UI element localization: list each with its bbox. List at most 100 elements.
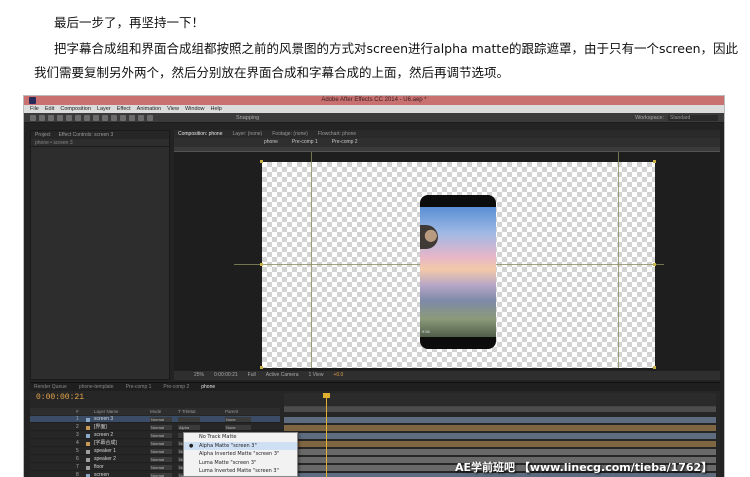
tab-project[interactable]: Project: [35, 131, 51, 139]
layer-row[interactable]: 1 screen 3 Normal None: [30, 416, 280, 423]
rotate-tool-icon[interactable]: [57, 115, 63, 121]
layer-name[interactable]: screen 2: [94, 432, 113, 439]
layer-duration-bar[interactable]: [284, 449, 716, 455]
layer-name[interactable]: [界面]: [94, 424, 107, 431]
camera-tool-icon[interactable]: [66, 115, 72, 121]
workspace-select[interactable]: Standard: [668, 115, 718, 121]
tab-flowchart[interactable]: Flowchart: phone: [318, 130, 356, 138]
layer-name[interactable]: [字幕合成]: [94, 440, 117, 447]
type-tool-icon[interactable]: [102, 115, 108, 121]
current-time-indicator[interactable]: [326, 393, 327, 477]
trkmat-select[interactable]: Alpha: [178, 425, 200, 430]
blend-mode-select[interactable]: Normal: [150, 465, 172, 470]
pan-behind-tool-icon[interactable]: [75, 115, 81, 121]
bounding-handle[interactable]: [653, 160, 656, 163]
viewer-timecode[interactable]: 0:00:00:21: [214, 371, 238, 380]
zoom-tool-icon[interactable]: [48, 115, 54, 121]
tab-precomp-2[interactable]: Pre-comp 2: [163, 383, 189, 391]
blend-mode-select[interactable]: Normal: [150, 417, 172, 422]
menu-window[interactable]: Window: [185, 105, 205, 113]
hand-tool-icon[interactable]: [39, 115, 45, 121]
tab-layer[interactable]: Layer: (none): [232, 130, 262, 138]
menu-composition[interactable]: Composition: [60, 105, 91, 113]
tab-render-queue[interactable]: Render Queue: [34, 383, 67, 391]
clone-tool-icon[interactable]: [120, 115, 126, 121]
tab-phone[interactable]: phone: [201, 383, 215, 391]
camera-select[interactable]: Active Camera: [266, 371, 299, 380]
label-color-swatch[interactable]: [86, 418, 90, 422]
menu-view[interactable]: View: [167, 105, 179, 113]
selection-tool-icon[interactable]: [30, 115, 36, 121]
phone-screen-preview[interactable]: 9:58: [420, 195, 496, 349]
view-layout-select[interactable]: 1 View: [309, 371, 324, 380]
layer-number: 4: [76, 440, 79, 446]
parent-select[interactable]: None: [225, 417, 251, 422]
puppet-tool-icon[interactable]: [147, 115, 153, 121]
crumb-phone[interactable]: phone: [264, 138, 278, 147]
layer-name[interactable]: screen 3: [94, 416, 113, 423]
blend-mode-select[interactable]: Normal: [150, 473, 172, 477]
layer-name[interactable]: floor: [94, 464, 104, 471]
trkmat-option[interactable]: No Track Matte: [184, 433, 297, 442]
exposure-offset[interactable]: +0.0: [333, 371, 343, 380]
crumb-precomp-1[interactable]: Pre-comp 1: [292, 138, 318, 147]
layer-duration-bar[interactable]: [284, 425, 716, 431]
blend-mode-select[interactable]: Normal: [150, 441, 172, 446]
label-color-swatch[interactable]: [86, 450, 90, 454]
trkmat-option[interactable]: Alpha Inverted Matte "screen 3": [184, 450, 297, 459]
label-color-swatch[interactable]: [86, 434, 90, 438]
menu-edit[interactable]: Edit: [45, 105, 54, 113]
tab-effect-controls[interactable]: Effect Controls: screen 3: [59, 131, 114, 139]
layer-name[interactable]: speaker 2: [94, 456, 116, 463]
viewer-ruler: [174, 147, 720, 152]
menu-layer[interactable]: Layer: [97, 105, 111, 113]
label-color-swatch[interactable]: [86, 466, 90, 470]
label-color-swatch[interactable]: [86, 442, 90, 446]
guide-line-right[interactable]: [618, 152, 619, 368]
label-color-swatch[interactable]: [86, 426, 90, 430]
time-ruler[interactable]: [284, 393, 716, 407]
label-color-swatch[interactable]: [86, 458, 90, 462]
layer-duration-bar[interactable]: [284, 433, 716, 439]
tab-footage[interactable]: Footage: (none): [272, 130, 308, 138]
bounding-handle[interactable]: [260, 263, 263, 266]
blend-mode-select[interactable]: Normal: [150, 425, 172, 430]
mask-tool-icon[interactable]: [84, 115, 90, 121]
trkmat-select[interactable]: [178, 417, 200, 422]
layer-number: 1: [76, 416, 79, 422]
trkmat-option[interactable]: ● Alpha Matte "screen 3": [184, 441, 297, 450]
menu-animation[interactable]: Animation: [137, 105, 161, 113]
eraser-tool-icon[interactable]: [129, 115, 135, 121]
tab-precomp-1[interactable]: Pre-comp 1: [126, 383, 152, 391]
zoom-select[interactable]: 25%: [194, 371, 204, 380]
pen-tool-icon[interactable]: [93, 115, 99, 121]
layer-duration-bar[interactable]: [284, 417, 716, 423]
bounding-handle[interactable]: [653, 263, 656, 266]
brush-tool-icon[interactable]: [111, 115, 117, 121]
bounding-handle[interactable]: [260, 366, 263, 369]
layer-duration-bar[interactable]: [284, 441, 716, 447]
tab-phone-template[interactable]: phone-template: [79, 383, 114, 391]
tab-composition-phone[interactable]: Composition: phone: [178, 130, 222, 138]
blend-mode-select[interactable]: Normal: [150, 457, 172, 462]
snapping-toggle[interactable]: Snapping: [236, 113, 259, 123]
blend-mode-select[interactable]: Normal: [150, 449, 172, 454]
work-area-bar[interactable]: [284, 407, 716, 412]
blend-mode-select[interactable]: Normal: [150, 433, 172, 438]
roto-brush-tool-icon[interactable]: [138, 115, 144, 121]
guide-line-left[interactable]: [311, 152, 312, 368]
parent-select[interactable]: None: [225, 425, 251, 430]
bounding-handle[interactable]: [260, 160, 263, 163]
crumb-precomp-2[interactable]: Pre-comp 2: [332, 138, 358, 147]
trkmat-option[interactable]: Luma Matte "screen 3": [184, 459, 297, 468]
menu-effect[interactable]: Effect: [117, 105, 131, 113]
trkmat-option[interactable]: Luma Inverted Matte "screen 3": [184, 467, 297, 476]
layer-name[interactable]: speaker 1: [94, 448, 116, 455]
layer-row[interactable]: 2 [界面] Normal Alpha None: [30, 424, 280, 431]
bounding-handle[interactable]: [653, 366, 656, 369]
menu-help[interactable]: Help: [211, 105, 222, 113]
menu-file[interactable]: File: [30, 105, 39, 113]
timeline-timecode[interactable]: 0:00:00:21: [36, 393, 84, 402]
layer-name[interactable]: screen: [94, 472, 109, 477]
resolution-select[interactable]: Full: [248, 371, 256, 380]
